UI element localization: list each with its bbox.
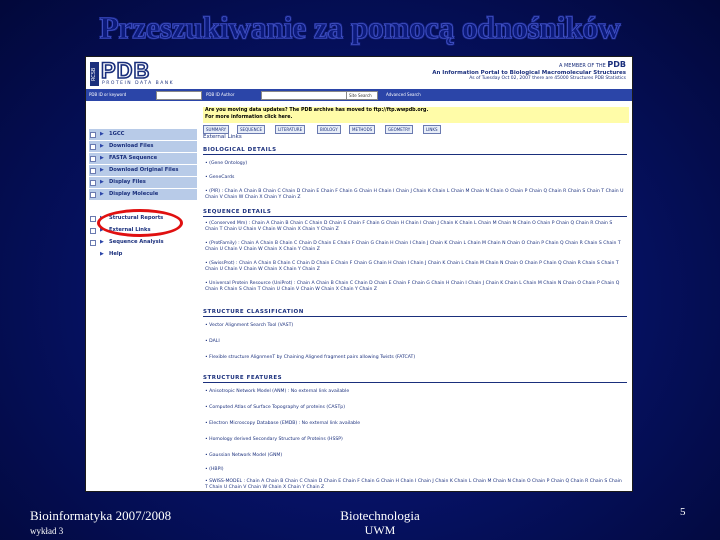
checkbox-icon[interactable] [90, 240, 96, 246]
section-divider [203, 316, 627, 317]
sidebar-item-label: Download Original Files [109, 167, 179, 173]
search-input-2[interactable] [261, 91, 347, 100]
sidebar-item-label: Sequence Analysis [109, 239, 164, 245]
link-line[interactable]: • Computed Atlas of Surface Topography o… [205, 405, 625, 411]
slide-title: Przeszukiwanie za pomocą odnośników [99, 10, 621, 46]
section-divider [203, 382, 627, 383]
checkbox-icon[interactable] [90, 180, 96, 186]
pdb-header: RCSB PDB PROTEIN DATA BANK A MEMBER OF T… [86, 57, 632, 89]
triangle-right-icon: ▶ [100, 239, 104, 245]
notice-line-2[interactable]: For more information click here. [205, 115, 292, 120]
checkbox-icon[interactable] [90, 216, 96, 222]
checkbox-icon[interactable] [90, 156, 96, 162]
section-title: BIOLOGICAL DETAILS [203, 147, 277, 153]
search-bar: PDB ID or keyword PDB ID Author Site Sea… [86, 89, 632, 101]
sidebar-item-download-files[interactable]: ▶ Download Files [89, 141, 197, 153]
link-line[interactable]: • (ProtFamily) : Chain A Chain B Chain C… [205, 241, 625, 253]
advanced-search-link[interactable]: Advanced Search [386, 92, 421, 97]
notice-line-1: Are you moving data updates? The PDB arc… [205, 108, 429, 113]
section-title: STRUCTURE CLASSIFICATION [203, 309, 304, 315]
pdb-tagline: A MEMBER OF THE PDB An Information Porta… [406, 61, 626, 77]
sidebar-item-1gcc[interactable]: ▶ 1GCC [89, 129, 197, 141]
triangle-right-icon: ▶ [100, 167, 104, 173]
pdb-logo[interactable]: RCSB PDB PROTEIN DATA BANK [90, 58, 186, 87]
search-input[interactable] [156, 91, 202, 100]
sidebar-item-download-original[interactable]: ▶ Download Original Files [89, 165, 197, 177]
link-line[interactable]: • Homology derived Secondary Structure o… [205, 437, 625, 443]
tab-summary[interactable]: SUMMARY [203, 125, 230, 134]
triangle-right-icon: ▶ [100, 143, 104, 149]
link-line[interactable]: • (SwissProt) : Chain A Chain B Chain C … [205, 261, 625, 273]
wwpdb-mark: PDB [607, 60, 626, 69]
checkbox-icon[interactable] [90, 168, 96, 174]
site-search-button[interactable]: Site Search [346, 91, 378, 100]
link-line[interactable]: • (Gene Ontology) [205, 161, 625, 167]
footer-program: Biotechnologia [340, 508, 420, 523]
footer-course: Bioinformatyka 2007/2008 [30, 508, 172, 523]
sidebar-item-label: FASTA Sequence [109, 155, 158, 161]
tab-geometry[interactable]: GEOMETRY [385, 125, 414, 134]
pdb-logo-text: PDB [100, 58, 151, 83]
link-line[interactable]: • GeneCards [205, 175, 625, 181]
rcsb-side-label: RCSB [90, 62, 99, 86]
tab-sequence[interactable]: SEQUENCE [237, 125, 265, 134]
page-number: 5 [680, 506, 686, 518]
search-type-label[interactable]: PDB ID Author [206, 92, 235, 97]
sidebar-item-help[interactable]: ▶ Help [89, 249, 197, 261]
triangle-right-icon: ▶ [100, 191, 104, 197]
section-divider [203, 216, 627, 217]
link-line[interactable]: • Electron Microscopy Database (EMDB) : … [205, 421, 625, 427]
main-content: Are you moving data updates? The PDB arc… [203, 105, 629, 491]
triangle-right-icon: ▶ [100, 179, 104, 185]
sidebar-item-display-files[interactable]: ▶ Display Files [89, 177, 197, 189]
checkbox-icon[interactable] [90, 144, 96, 150]
sidebar: ▶ 1GCC ▶ Download Files ▶ FASTA Sequence… [86, 101, 200, 491]
tab-methods[interactable]: METHODS [349, 125, 376, 134]
section-divider [203, 154, 627, 155]
sidebar-item-label: 1GCC [109, 131, 125, 137]
link-line[interactable]: • Anisotropic Network Model (ANM) : No e… [205, 389, 625, 395]
tab-biology[interactable]: BIOLOGY [317, 125, 341, 134]
tab-links[interactable]: LINKS [423, 125, 441, 134]
section-title: STRUCTURE FEATURES [203, 375, 283, 381]
pdb-logo-subtitle: PROTEIN DATA BANK [102, 81, 175, 86]
tab-literature[interactable]: LITERATURE [275, 125, 306, 134]
triangle-right-icon: ▶ [100, 131, 104, 137]
link-line[interactable]: • Vector Alignment Search Tool (VAST) [205, 323, 625, 329]
footer-university: UWM [364, 523, 396, 537]
page-heading: External Links [203, 134, 242, 140]
checkbox-icon[interactable] [90, 132, 96, 138]
header-links[interactable]: As of Tuesday Oct 02, 2007 there are 450… [469, 76, 626, 81]
link-line[interactable]: • DALI [205, 339, 625, 345]
tagline-prefix: A MEMBER OF THE [558, 63, 606, 69]
link-line[interactable]: • Universal Protein Resource (UniProt) :… [205, 281, 625, 293]
sidebar-item-fasta[interactable]: ▶ FASTA Sequence [89, 153, 197, 165]
sidebar-item-label: Help [109, 251, 123, 257]
section-title: SEQUENCE DETAILS [203, 209, 272, 215]
pdb-screenshot: RCSB PDB PROTEIN DATA BANK A MEMBER OF T… [85, 56, 633, 492]
sidebar-item-label: Display Files [109, 179, 146, 185]
sidebar-item-label: Display Molecule [109, 191, 159, 197]
link-line[interactable]: • SWISS-MODEL : Chain A Chain B Chain C … [205, 479, 625, 491]
checkbox-icon[interactable] [90, 192, 96, 198]
link-line[interactable]: • Flexible structure AlignmenT by Chaini… [205, 355, 625, 361]
notice-banner: Are you moving data updates? The PDB arc… [203, 107, 629, 123]
sidebar-item-label: Download Files [109, 143, 154, 149]
link-line[interactable]: • (Conserved Mm) : Chain A Chain B Chain… [205, 221, 625, 233]
sidebar-item-display-molecule[interactable]: ▶ Display Molecule [89, 189, 197, 201]
link-line[interactable]: • Gaussian Network Model (GNM) [205, 453, 625, 459]
triangle-right-icon: ▶ [100, 155, 104, 161]
sidebar-item-sequence-analysis[interactable]: ▶ Sequence Analysis [89, 237, 197, 249]
highlight-oval [97, 209, 183, 237]
triangle-right-icon: ▶ [100, 251, 104, 257]
link-line[interactable]: • (HBPI) [205, 467, 625, 473]
checkbox-icon[interactable] [90, 228, 96, 234]
search-bar-label: PDB ID or keyword [89, 92, 127, 97]
footer-lecture: wykład 3 [30, 526, 64, 536]
link-line[interactable]: • (PIR) : Chain A Chain B Chain C Chain … [205, 189, 625, 201]
